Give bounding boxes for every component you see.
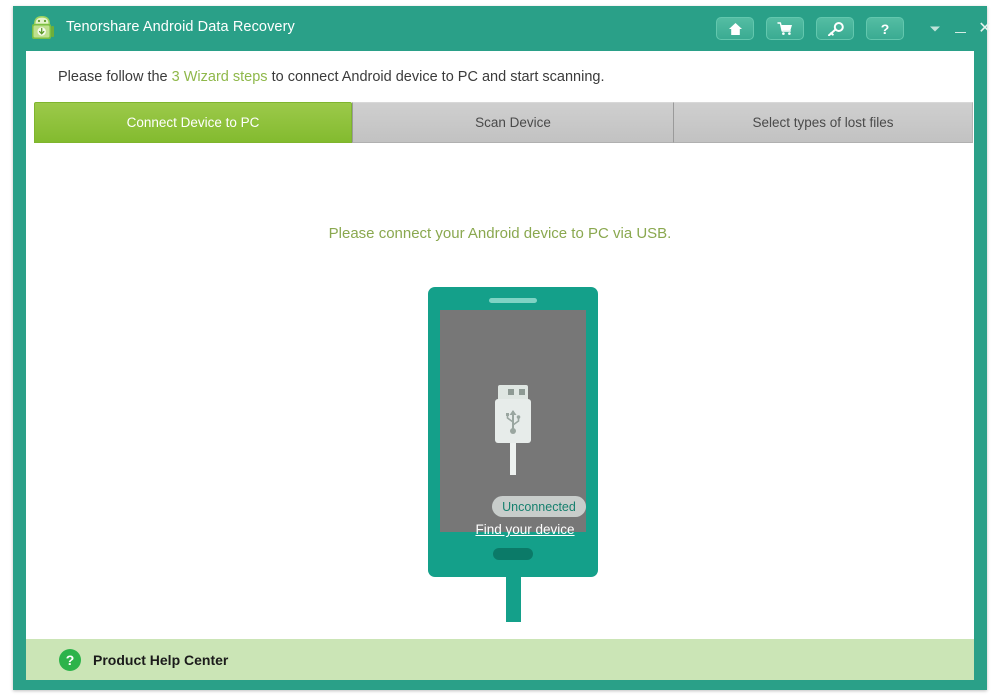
usb-cable [510, 443, 516, 475]
tab-label: Select types of lost files [752, 115, 893, 130]
titlebar-dropdown-button[interactable] [925, 19, 945, 39]
phone-screen: Unconnected Find your device [440, 310, 586, 532]
tab-label: Scan Device [475, 115, 551, 130]
minimize-icon [955, 32, 966, 34]
title-bar: Tenorshare Android Data Recovery [13, 6, 987, 51]
product-help-center-label[interactable]: Product Help Center [93, 652, 228, 668]
wizard-tabs: Connect Device to PC Scan Device Select … [34, 102, 974, 143]
tab-select-types-of-lost-files[interactable]: Select types of lost files [674, 102, 973, 143]
question-mark-circle-icon[interactable]: ? [59, 649, 81, 671]
minimize-button[interactable] [950, 19, 970, 39]
instruction-text: Please follow the 3 Wizard steps to conn… [58, 69, 605, 85]
tab-scan-device[interactable]: Scan Device [352, 102, 674, 143]
usb-notch-left [508, 389, 514, 395]
instruction-highlight: 3 Wizard steps [172, 69, 268, 85]
titlebar-store-button[interactable] [766, 17, 804, 40]
shopping-cart-icon [777, 21, 794, 36]
titlebar-register-button[interactable] [816, 17, 854, 40]
android-robot-icon [29, 15, 57, 43]
status-badge: Unconnected [492, 496, 586, 517]
chevron-down-icon [929, 25, 941, 33]
key-icon [827, 22, 844, 36]
tab-label: Connect Device to PC [127, 115, 260, 130]
instruction-bar: Please follow the 3 Wizard steps to conn… [26, 51, 974, 102]
titlebar-home-button[interactable] [716, 17, 754, 40]
question-mark-icon: ? [881, 22, 890, 36]
usb-plug-body [495, 399, 531, 443]
close-icon: ✕ [978, 21, 991, 37]
product-help-center-bar[interactable]: ? Product Help Center [26, 638, 974, 680]
titlebar-help-button[interactable]: ? [866, 17, 904, 40]
instruction-prefix: Please follow the [58, 69, 172, 85]
phone-speaker-slot [489, 298, 537, 303]
close-button[interactable]: ✕ [975, 19, 995, 39]
usb-trident-symbol [503, 405, 523, 437]
usb-notch-right [519, 389, 525, 395]
tab-connect-device-to-pc[interactable]: Connect Device to PC [34, 102, 352, 143]
phone-stand-stem [506, 577, 521, 622]
window-title: Tenorshare Android Data Recovery [66, 19, 295, 35]
usb-plug-icon [495, 385, 531, 475]
phone-home-button [493, 548, 533, 560]
find-your-device-link[interactable]: Find your device [440, 522, 610, 537]
content-panel: Please follow the 3 Wizard steps to conn… [26, 51, 974, 677]
usb-plug-head [498, 385, 528, 399]
instruction-suffix: to connect Android device to PC and star… [268, 69, 605, 85]
home-icon [728, 22, 743, 36]
phone-illustration: Unconnected Find your device [428, 287, 598, 622]
main-stage: Please connect your Android device to PC… [26, 143, 974, 677]
connect-prompt-text: Please connect your Android device to PC… [26, 225, 974, 242]
phone-body: Unconnected Find your device [428, 287, 598, 577]
application-window: Tenorshare Android Data Recovery [13, 6, 987, 690]
